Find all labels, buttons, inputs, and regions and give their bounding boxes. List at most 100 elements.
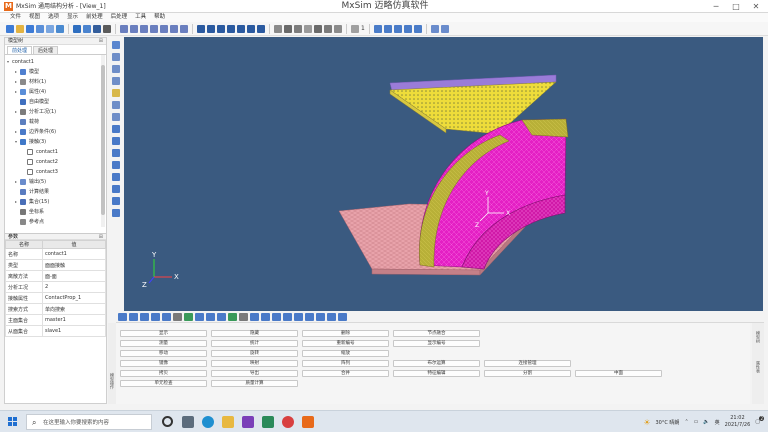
- cmd-rotate-button[interactable]: 旋转: [211, 350, 298, 357]
- list-view-icon[interactable]: [327, 312, 336, 321]
- settings-icon[interactable]: [73, 24, 81, 33]
- cmd-statistics-button[interactable]: 统计: [211, 340, 298, 347]
- tree-item-boundary-conditions[interactable]: ▸ 边界条件(6): [15, 127, 56, 137]
- point-icon[interactable]: [112, 53, 120, 61]
- fit-icon[interactable]: [334, 24, 342, 33]
- tree-item-contact3[interactable]: contact3: [27, 167, 58, 177]
- cmd-feature-edit-button[interactable]: 特征编辑: [393, 370, 480, 377]
- tree-item-sets[interactable]: ▸ 集合(15): [15, 197, 49, 207]
- side-tab-property-table[interactable]: 属性表: [755, 361, 761, 373]
- cmd-merge-nodes-button[interactable]: 节点融合: [393, 330, 480, 337]
- tree-item-output[interactable]: ▸ 输出(5): [15, 177, 46, 187]
- transparent-icon[interactable]: [304, 24, 312, 33]
- probe-icon[interactable]: [383, 24, 392, 33]
- mesh-icon[interactable]: [83, 24, 91, 33]
- table-icon[interactable]: [151, 312, 160, 321]
- edge-browser-icon[interactable]: [202, 416, 214, 428]
- new-file-icon[interactable]: [6, 24, 14, 33]
- cmd-move-button[interactable]: 移动: [120, 350, 207, 357]
- hex-icon[interactable]: [112, 149, 120, 157]
- link-icon[interactable]: [217, 312, 226, 321]
- cmd-export-button[interactable]: 导出: [211, 370, 298, 377]
- cmd-mirror-button[interactable]: 镜像: [120, 360, 207, 367]
- cmd-array-button[interactable]: 阵列: [302, 360, 389, 367]
- select-polygon-icon[interactable]: [180, 24, 188, 33]
- shell-icon[interactable]: [112, 125, 120, 133]
- command-side-tab[interactable]: 模型操作: [108, 323, 116, 404]
- import-icon[interactable]: [46, 24, 54, 33]
- tree-item-contact2[interactable]: contact2: [27, 157, 58, 167]
- cmd-split-button[interactable]: 分割: [484, 370, 571, 377]
- shaded-icon[interactable]: [284, 24, 292, 33]
- prop-value[interactable]: contact1: [41, 248, 107, 260]
- notification-icon[interactable]: ▢ 2: [755, 416, 764, 425]
- axis-icon[interactable]: [413, 24, 422, 33]
- select-box-icon[interactable]: [160, 24, 168, 33]
- grid-view-icon[interactable]: [316, 312, 325, 321]
- menu-tools[interactable]: 工具: [131, 13, 150, 22]
- measure-icon[interactable]: [373, 24, 382, 33]
- select-node-icon[interactable]: [120, 24, 128, 33]
- tree-item-loads[interactable]: 载荷: [15, 117, 39, 127]
- prop-value[interactable]: 面-面: [41, 270, 107, 282]
- select-body-icon[interactable]: [150, 24, 158, 33]
- view-top-icon[interactable]: [237, 24, 245, 33]
- cmd-show-button[interactable]: 显示: [120, 330, 207, 337]
- histogram-icon[interactable]: [283, 312, 292, 321]
- tree-item-results[interactable]: 计算结果: [15, 187, 49, 197]
- clip-icon[interactable]: [324, 24, 332, 33]
- cmd-map-button[interactable]: 映射: [211, 360, 298, 367]
- annotate-icon[interactable]: [393, 24, 402, 33]
- graph-icon[interactable]: [118, 312, 127, 321]
- cmd-element-check-button[interactable]: 单元检查: [120, 380, 207, 387]
- copy-icon[interactable]: [195, 312, 204, 321]
- chart-icon[interactable]: [162, 312, 171, 321]
- select-icon[interactable]: [112, 41, 120, 49]
- line-plot-icon[interactable]: [272, 312, 281, 321]
- checkbox-icon[interactable]: [27, 169, 33, 175]
- section-icon[interactable]: [314, 24, 322, 33]
- surface-icon[interactable]: [112, 77, 120, 85]
- cmd-mass-calc-button[interactable]: 质量计算: [211, 380, 298, 387]
- pin-icon[interactable]: ⊞: [99, 38, 103, 45]
- tray-overflow-icon[interactable]: ⌃: [684, 419, 688, 425]
- mass-icon[interactable]: [112, 197, 120, 205]
- checkbox-icon[interactable]: [27, 149, 33, 155]
- view-front-icon[interactable]: [197, 24, 205, 33]
- tree-item-root[interactable]: ▾ contact1: [7, 57, 34, 67]
- view-left-icon[interactable]: [217, 24, 225, 33]
- cmd-scale-button[interactable]: 缩放: [302, 350, 389, 357]
- tab-postprocess[interactable]: 后处理: [33, 46, 59, 54]
- export-icon[interactable]: [56, 24, 64, 33]
- cmd-boolean-button[interactable]: 布尔运算: [393, 360, 480, 367]
- tab-preprocess[interactable]: 前处理: [7, 46, 33, 54]
- tree-item-model[interactable]: ▸ 模型: [15, 67, 39, 77]
- mxsim-taskbar-icon[interactable]: [302, 416, 314, 428]
- tet-icon[interactable]: [112, 137, 120, 145]
- scrollbar-thumb[interactable]: [101, 65, 105, 215]
- prop-value[interactable]: ContactProp_1: [41, 292, 107, 304]
- cmd-copy-button[interactable]: 拷贝: [120, 370, 207, 377]
- vector-icon[interactable]: [305, 312, 314, 321]
- stop-icon[interactable]: [239, 312, 248, 321]
- tree-item-contact1[interactable]: contact1: [27, 147, 58, 157]
- menu-view[interactable]: 视图: [25, 13, 44, 22]
- open-file-icon[interactable]: [16, 24, 24, 33]
- windows-start-icon[interactable]: [8, 417, 18, 427]
- spring-icon[interactable]: [112, 173, 120, 181]
- cortana-icon[interactable]: [162, 416, 173, 427]
- zoom-icon[interactable]: [250, 312, 259, 321]
- rigid-icon[interactable]: [112, 185, 120, 193]
- split-view-icon[interactable]: [338, 312, 347, 321]
- node-icon[interactable]: [112, 101, 120, 109]
- pan-icon[interactable]: [93, 24, 101, 33]
- cmd-connection-button[interactable]: 连接管理: [484, 360, 571, 367]
- chrome-icon[interactable]: [282, 416, 294, 428]
- cmd-measure-button[interactable]: 测量: [120, 340, 207, 347]
- prop-value[interactable]: master1: [41, 314, 107, 326]
- menu-file[interactable]: 文件: [6, 13, 25, 22]
- prop-value[interactable]: 2: [41, 281, 107, 293]
- rotate-icon[interactable]: [103, 24, 111, 33]
- window-icon[interactable]: [440, 24, 449, 33]
- wireframe-icon[interactable]: [274, 24, 282, 33]
